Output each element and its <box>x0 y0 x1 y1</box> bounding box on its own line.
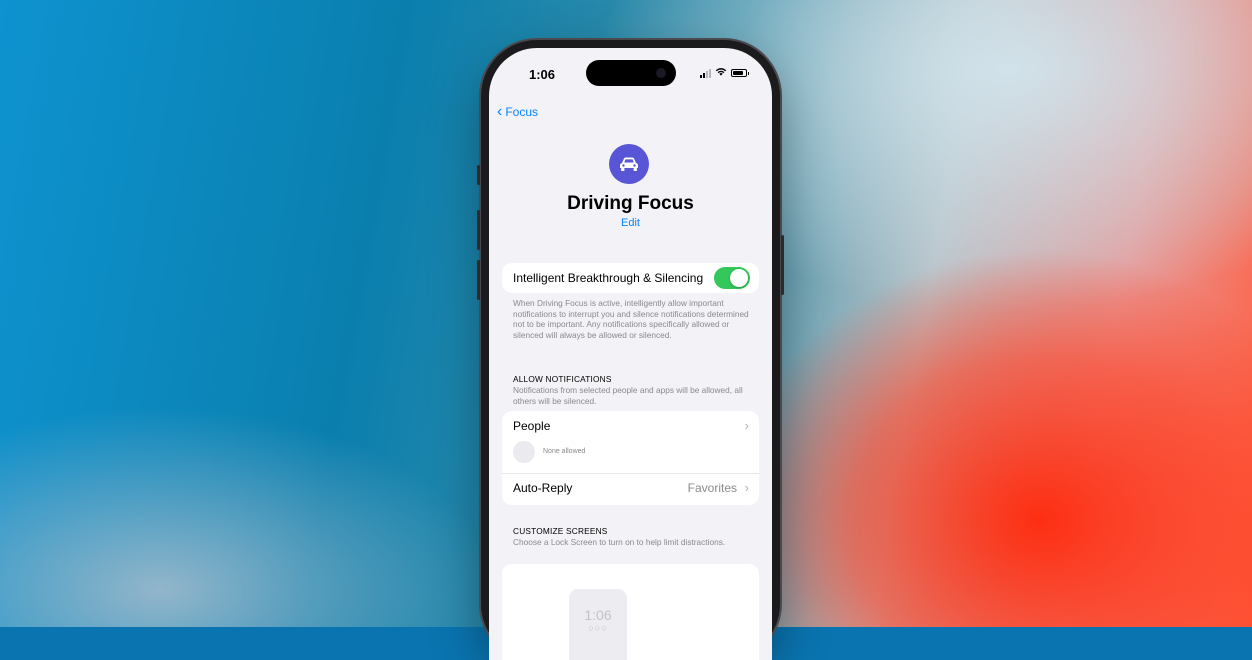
allow-notifications-heading: ALLOW NOTIFICATIONS <box>513 374 612 384</box>
customize-screens-heading: CUSTOMIZE SCREENS <box>513 526 608 536</box>
auto-reply-row[interactable]: Auto-Reply <box>513 481 572 495</box>
auto-reply-value: Favorites <box>687 481 737 495</box>
action-button <box>477 165 480 185</box>
people-status: None allowed <box>543 448 586 455</box>
wifi-icon <box>715 67 727 79</box>
edit-button[interactable]: Edit <box>489 217 772 229</box>
signal-icon <box>700 68 711 78</box>
volume-down-button <box>477 260 480 300</box>
breakthrough-description: When Driving Focus is active, intelligen… <box>513 298 749 340</box>
divider <box>502 473 759 474</box>
allow-notifications-description: Notifications from selected people and a… <box>513 385 743 406</box>
breakthrough-toggle[interactable] <box>714 267 750 289</box>
chevron-right-icon: › <box>744 480 749 495</box>
status-icons <box>700 67 749 79</box>
breakthrough-label: Intelligent Breakthrough & Silencing <box>513 271 704 285</box>
car-icon <box>609 144 649 184</box>
chevron-right-icon: › <box>744 418 749 433</box>
chevron-left-icon: ‹ <box>497 103 503 120</box>
power-button <box>781 235 784 295</box>
lock-screen-widgets: ○○○ <box>588 623 608 633</box>
status-time: 1:06 <box>529 67 556 82</box>
phone-screen: 1:06 ‹ Focus Driving Focus Edit Intellig… <box>489 48 772 660</box>
camera-icon <box>656 68 666 78</box>
breakthrough-row: Intelligent Breakthrough & Silencing <box>502 263 759 293</box>
volume-up-button <box>477 210 480 250</box>
page-title: Driving Focus <box>567 193 694 214</box>
people-row[interactable]: People <box>513 419 550 433</box>
toggle-knob <box>730 269 748 287</box>
battery-icon <box>731 69 749 77</box>
dynamic-island <box>586 60 676 86</box>
lock-screen-card: 1:06 ○○○ <box>502 564 759 660</box>
notifications-card: People › None allowed Auto-Reply Favorit… <box>502 411 759 505</box>
customize-screens-description: Choose a Lock Screen to turn on to help … <box>513 537 726 547</box>
back-label: Focus <box>505 105 539 119</box>
lock-screen-time: 1:06 <box>584 607 612 623</box>
avatar <box>513 441 535 463</box>
lock-screen-preview[interactable]: 1:06 ○○○ <box>569 589 627 660</box>
back-button[interactable]: ‹ Focus <box>497 104 538 120</box>
phone-frame: 1:06 ‹ Focus Driving Focus Edit Intellig… <box>477 40 784 660</box>
